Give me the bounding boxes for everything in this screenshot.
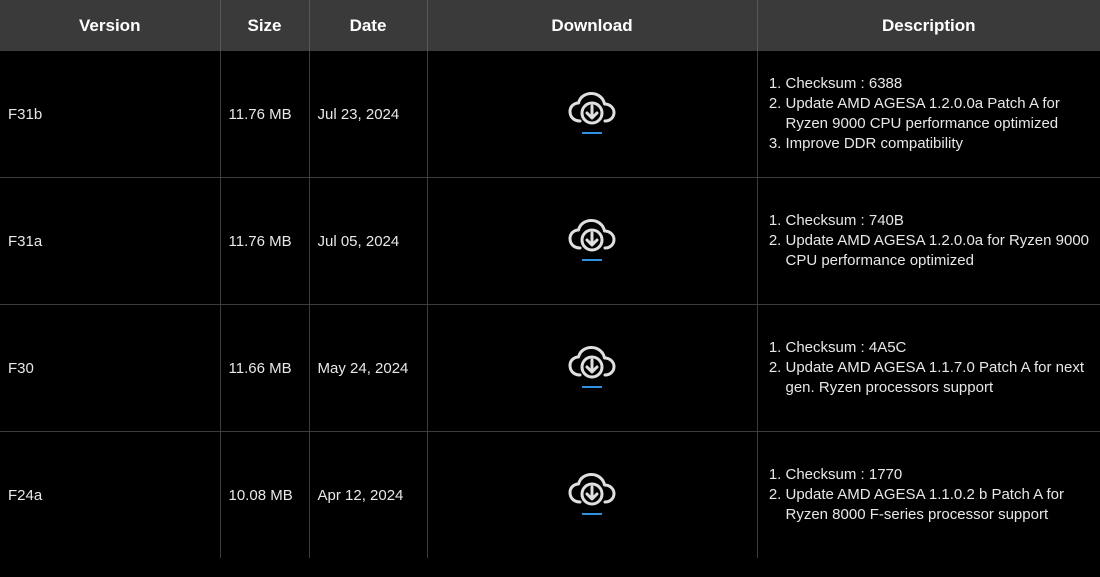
cell-description: Checksum : 740BUpdate AMD AGESA 1.2.0.0a… [757,177,1100,305]
cell-size: 11.66 MB [220,304,310,432]
description-item: Update AMD AGESA 1.2.0.0a Patch A for Ry… [786,94,1093,134]
cloud-download-icon [568,92,616,125]
size-label: 10.08 MB [228,486,293,504]
header-download: Download [427,0,758,51]
download-button[interactable] [567,344,617,388]
description-item: Checksum : 4A5C [786,338,1093,358]
cell-download [427,177,758,305]
description-list: Checksum : 1770Update AMD AGESA 1.1.0.2 … [766,465,1093,525]
table-header-row: Version Size Date Download Description [0,0,1100,51]
cell-size: 11.76 MB [220,177,310,305]
table-row: F30 11.66 MB May 24, 2024 Checksum : 4A5… [0,304,1100,432]
date-label: Apr 12, 2024 [317,486,404,504]
size-label: 11.76 MB [228,105,292,123]
description-item: Update AMD AGESA 1.1.7.0 Patch A for nex… [786,358,1093,398]
size-label: 11.76 MB [228,232,292,250]
download-underline [582,386,602,388]
download-underline [582,513,602,515]
cell-version: F31b [0,51,221,178]
version-label: F30 [8,359,34,377]
cell-download [427,431,758,558]
header-size: Size [220,0,310,51]
table-row: F24a 10.08 MB Apr 12, 2024 Checksum : 17… [0,431,1100,558]
version-label: F31a [8,232,43,250]
cloud-download-icon [568,219,616,252]
description-item: Improve DDR compatibility [786,134,1093,154]
date-label: May 24, 2024 [317,359,409,377]
description-item: Checksum : 6388 [786,74,1093,94]
cell-size: 11.76 MB [220,51,310,178]
download-button[interactable] [567,217,617,261]
table-row: F31b 11.76 MB Jul 23, 2024 Checksum : 63… [0,51,1100,178]
cell-download [427,51,758,178]
size-label: 11.66 MB [228,359,292,377]
table-row: F31a 11.76 MB Jul 05, 2024 Checksum : 74… [0,177,1100,305]
cell-version: F30 [0,304,221,432]
description-item: Checksum : 1770 [786,465,1093,485]
cloud-download-icon [568,346,616,379]
cell-date: May 24, 2024 [309,304,428,432]
header-description: Description [757,0,1100,51]
cell-date: Jul 05, 2024 [309,177,428,305]
version-label: F31b [8,105,43,123]
date-label: Jul 05, 2024 [317,232,400,250]
cloud-download-icon [568,473,616,506]
date-label: Jul 23, 2024 [317,105,400,123]
download-button[interactable] [567,471,617,515]
description-item: Checksum : 740B [786,211,1093,231]
description-list: Checksum : 4A5CUpdate AMD AGESA 1.1.7.0 … [766,338,1093,398]
download-underline [582,132,602,134]
version-label: F24a [8,486,43,504]
cell-description: Checksum : 4A5CUpdate AMD AGESA 1.1.7.0 … [757,304,1100,432]
cell-description: Checksum : 6388Update AMD AGESA 1.2.0.0a… [757,51,1100,178]
header-date: Date [309,0,428,51]
description-item: Update AMD AGESA 1.1.0.2 b Patch A for R… [786,485,1093,525]
cell-version: F24a [0,431,221,558]
cell-date: Apr 12, 2024 [309,431,428,558]
cell-version: F31a [0,177,221,305]
cell-date: Jul 23, 2024 [309,51,428,178]
description-item: Update AMD AGESA 1.2.0.0a for Ryzen 9000… [786,231,1093,271]
header-version: Version [0,0,221,51]
cell-download [427,304,758,432]
description-list: Checksum : 740BUpdate AMD AGESA 1.2.0.0a… [766,211,1093,271]
cell-size: 10.08 MB [220,431,310,558]
cell-description: Checksum : 1770Update AMD AGESA 1.1.0.2 … [757,431,1100,558]
description-list: Checksum : 6388Update AMD AGESA 1.2.0.0a… [766,74,1093,154]
download-underline [582,259,602,261]
download-button[interactable] [567,90,617,134]
bios-download-table: Version Size Date Download Description F… [0,0,1100,558]
